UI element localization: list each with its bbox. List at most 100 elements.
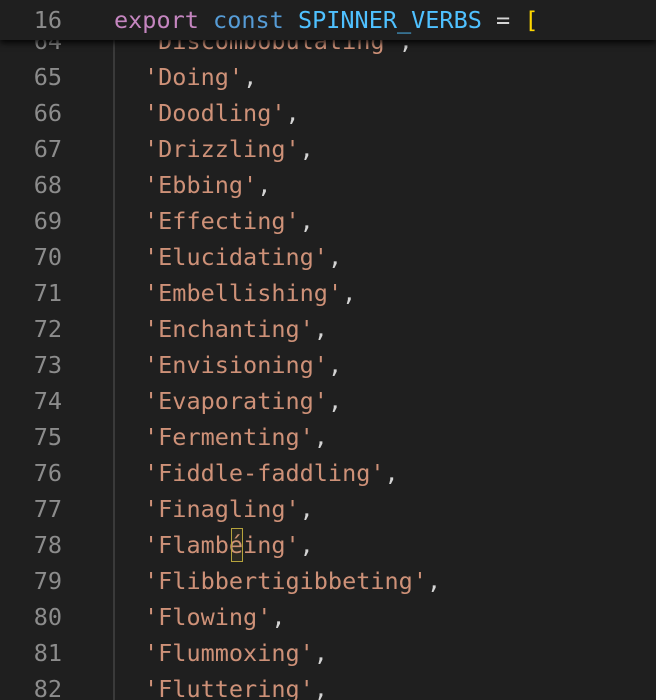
bracket-match-highlight	[231, 528, 243, 562]
line-number: 77	[33, 495, 62, 523]
quote: '	[285, 495, 300, 523]
code-line[interactable]: 68 'Ebbing',	[0, 167, 656, 203]
code-line[interactable]: 67 'Drizzling',	[0, 131, 656, 167]
sticky-declaration[interactable]: export const SPINNER_VERBS = [	[114, 2, 539, 38]
quote: '	[144, 207, 159, 235]
quote: '	[144, 63, 159, 91]
code-line[interactable]: 76 'Fiddle-faddling',	[0, 455, 656, 491]
quote: '	[299, 675, 314, 700]
code-line[interactable]: 70 'Elucidating',	[0, 239, 656, 275]
comma: ,	[299, 135, 314, 163]
sticky-line-number: 16	[33, 6, 62, 34]
quote: '	[299, 639, 314, 667]
array-entry: 'Fermenting',	[144, 419, 328, 455]
code-lines[interactable]: 64 'Discombobulating', 65 'Doing', 66 'Doodli…	[0, 23, 656, 700]
spinner-verb-string: Flummoxing	[158, 639, 300, 667]
spinner-verb-string: Drizzling	[158, 135, 286, 163]
comma: ,	[313, 639, 328, 667]
code-line[interactable]: 81 'Flummoxing',	[0, 635, 656, 671]
spinner-verb-string: Effecting	[158, 207, 286, 235]
code-editor[interactable]: 64 'Discombobulating', 65 'Doing', 66 'Doodli…	[0, 0, 656, 700]
comma: ,	[299, 495, 314, 523]
code-line[interactable]: 78 'Flambéing',	[0, 527, 656, 563]
comma: ,	[327, 351, 343, 379]
quote: '	[144, 603, 159, 631]
comma: ,	[426, 567, 442, 595]
array-entry: 'Elucidating',	[144, 239, 342, 275]
quote: '	[327, 279, 343, 307]
code-line[interactable]: 80 'Flowing',	[0, 599, 656, 635]
keyword-export: export	[114, 6, 199, 34]
spinner-verb-string: Finagling	[158, 495, 286, 523]
array-entry: 'Flambéing',	[144, 527, 314, 563]
code-line[interactable]: 79 'Flibbertigibbeting',	[0, 563, 656, 599]
line-number: 81	[33, 639, 62, 667]
quote: '	[285, 531, 300, 559]
quote: '	[144, 495, 159, 523]
line-number: 79	[33, 567, 62, 595]
comma: ,	[285, 99, 300, 127]
quote: '	[144, 459, 159, 487]
code-line[interactable]: 72 'Enchanting',	[0, 311, 656, 347]
line-number: 70	[33, 243, 62, 271]
sticky-scroll-header[interactable]: 16 export const SPINNER_VERBS = [	[0, 0, 656, 40]
comma: ,	[299, 531, 314, 559]
array-entry: 'Finagling',	[144, 491, 314, 527]
code-line[interactable]: 69 'Effecting',	[0, 203, 656, 239]
array-entry: 'Doing',	[144, 59, 257, 95]
code-line[interactable]: 74 'Evaporating',	[0, 383, 656, 419]
array-entry: 'Enchanting',	[144, 311, 328, 347]
comma: ,	[299, 207, 314, 235]
array-entry: 'Drizzling',	[144, 131, 314, 167]
array-entry: 'Embellishing',	[144, 275, 356, 311]
spinner-verb-string: Flowing	[158, 603, 258, 631]
quote: '	[144, 423, 159, 451]
code-line[interactable]: 82 'Fluttering',	[0, 671, 656, 700]
quote: '	[285, 135, 300, 163]
quote: '	[144, 315, 159, 343]
quote: '	[144, 387, 159, 415]
open-bracket: [	[524, 6, 539, 34]
quote: '	[144, 99, 159, 127]
array-entry: 'Fluttering',	[144, 671, 328, 700]
comma: ,	[342, 279, 357, 307]
identifier-spinner-verbs: SPINNER_VERBS	[297, 6, 482, 34]
quote: '	[370, 459, 385, 487]
quote: '	[144, 675, 159, 700]
spinner-verb-string: Elucidating	[158, 243, 314, 271]
line-number: 82	[33, 675, 62, 700]
comma: ,	[313, 315, 328, 343]
quote: '	[144, 279, 159, 307]
quote: '	[257, 603, 272, 631]
line-number: 80	[33, 603, 62, 631]
code-line[interactable]: 73 'Envisioning',	[0, 347, 656, 383]
comma: ,	[327, 387, 343, 415]
spinner-verb-string: Enchanting	[158, 315, 300, 343]
array-entry: 'Doodling',	[144, 95, 300, 131]
keyword-const: const	[213, 6, 284, 34]
code-line[interactable]: 66 'Doodling',	[0, 95, 656, 131]
code-line[interactable]: 77 'Finagling',	[0, 491, 656, 527]
array-entry: 'Fiddle-faddling',	[144, 455, 399, 491]
quote: '	[313, 351, 328, 379]
quote: '	[243, 171, 258, 199]
spinner-verb-string: Evaporating	[158, 387, 314, 415]
spinner-verb-string: Doing	[158, 63, 229, 91]
quote: '	[144, 135, 159, 163]
comma: ,	[327, 243, 343, 271]
quote: '	[144, 351, 159, 379]
line-number: 68	[33, 171, 62, 199]
array-entry: 'Flowing',	[144, 599, 286, 635]
line-number: 76	[33, 459, 62, 487]
array-entry: 'Evaporating',	[144, 383, 342, 419]
array-entry: 'Ebbing',	[144, 167, 271, 203]
comma: ,	[313, 423, 328, 451]
code-line[interactable]: 75 'Fermenting',	[0, 419, 656, 455]
comma: ,	[271, 603, 286, 631]
spinner-verb-string: Fiddle-faddling	[158, 459, 371, 487]
comma: ,	[384, 459, 399, 487]
line-number: 65	[33, 63, 62, 91]
code-line[interactable]: 65 'Doing',	[0, 59, 656, 95]
quote: '	[412, 567, 427, 595]
code-line[interactable]: 71 'Embellishing',	[0, 275, 656, 311]
